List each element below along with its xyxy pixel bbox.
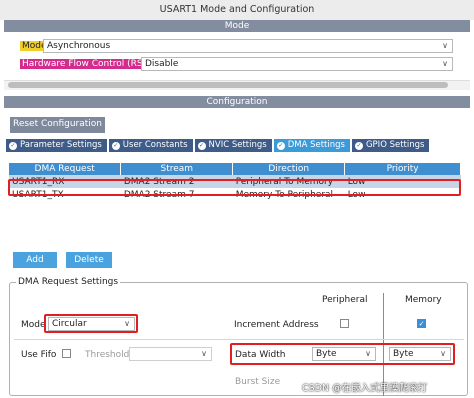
column-header-priority[interactable]: Priority: [344, 163, 461, 175]
config-tabs: ✓ Parameter Settings ✓ User Constants ✓ NVI…: [6, 139, 430, 152]
check-circle-icon: ✓: [354, 141, 363, 150]
tab-label: DMA Settings: [287, 140, 345, 150]
highlight-box-mode: [44, 314, 138, 333]
watermark-text: CSDN @在嵌入式里摸爬滚打: [302, 383, 428, 394]
tab-gpio-settings[interactable]: ✓ GPIO Settings: [351, 139, 430, 152]
tab-dma-settings[interactable]: ✓ DMA Settings: [273, 139, 350, 152]
check-circle-icon: ✓: [276, 141, 285, 150]
scrollbar-thumb[interactable]: [8, 82, 448, 88]
tab-parameter-settings[interactable]: ✓ Parameter Settings: [6, 139, 107, 152]
column-header-stream[interactable]: Stream: [120, 163, 234, 175]
reset-configuration-button[interactable]: Reset Configuration: [10, 117, 105, 133]
increment-memory-checkbox[interactable]: ✓: [417, 319, 426, 328]
add-button[interactable]: Add: [13, 252, 57, 268]
memory-header: Memory: [405, 295, 442, 305]
row-separator: [14, 339, 464, 340]
delete-button[interactable]: Delete: [66, 252, 112, 268]
use-fifo-label: Use Fifo: [21, 350, 57, 360]
flow-control-select-value: Disable: [145, 59, 179, 69]
burst-size-label: Burst Size: [235, 377, 281, 387]
use-fifo-checkbox[interactable]: [62, 349, 71, 358]
mode-scrollbar[interactable]: [4, 80, 470, 90]
window-title: USART1 Mode and Configuration: [0, 0, 474, 20]
column-header-request[interactable]: DMA Request: [9, 163, 122, 175]
check-circle-icon: ✓: [9, 141, 17, 150]
dma-mode-label: Mode: [21, 320, 46, 330]
chevron-down-icon: ∨: [442, 59, 448, 68]
peripheral-header: Peripheral: [322, 295, 368, 305]
tab-label: User Constants: [122, 140, 188, 150]
tab-user-constants[interactable]: ✓ User Constants: [108, 139, 193, 152]
tab-nvic-settings[interactable]: ✓ NVIC Settings: [194, 139, 272, 152]
tab-label: Parameter Settings: [20, 140, 102, 150]
column-header-direction[interactable]: Direction: [232, 163, 346, 175]
threshold-select[interactable]: ∨: [129, 347, 212, 361]
config-section-header: Configuration: [4, 96, 470, 108]
chevron-down-icon: ∨: [442, 41, 448, 50]
mode-section-header: Mode: [4, 20, 470, 32]
mode-select-value: Asynchronous: [47, 41, 111, 51]
increment-address-label: Increment Address: [234, 320, 319, 330]
check-circle-icon: ✓: [197, 141, 206, 150]
chevron-down-icon: ∨: [201, 349, 207, 358]
dma-request-settings-legend: DMA Request Settings: [16, 277, 121, 287]
tab-label: GPIO Settings: [365, 140, 425, 150]
mode-select[interactable]: Asynchronous ∨: [43, 39, 453, 53]
flow-control-select[interactable]: Disable ∨: [141, 57, 453, 71]
check-circle-icon: ✓: [111, 141, 120, 150]
threshold-label: Threshold: [85, 350, 130, 360]
highlight-box-data-width: [230, 343, 455, 365]
increment-peripheral-checkbox[interactable]: [340, 319, 349, 328]
tab-label: NVIC Settings: [208, 140, 267, 150]
highlight-box-rx-row: [8, 179, 461, 196]
